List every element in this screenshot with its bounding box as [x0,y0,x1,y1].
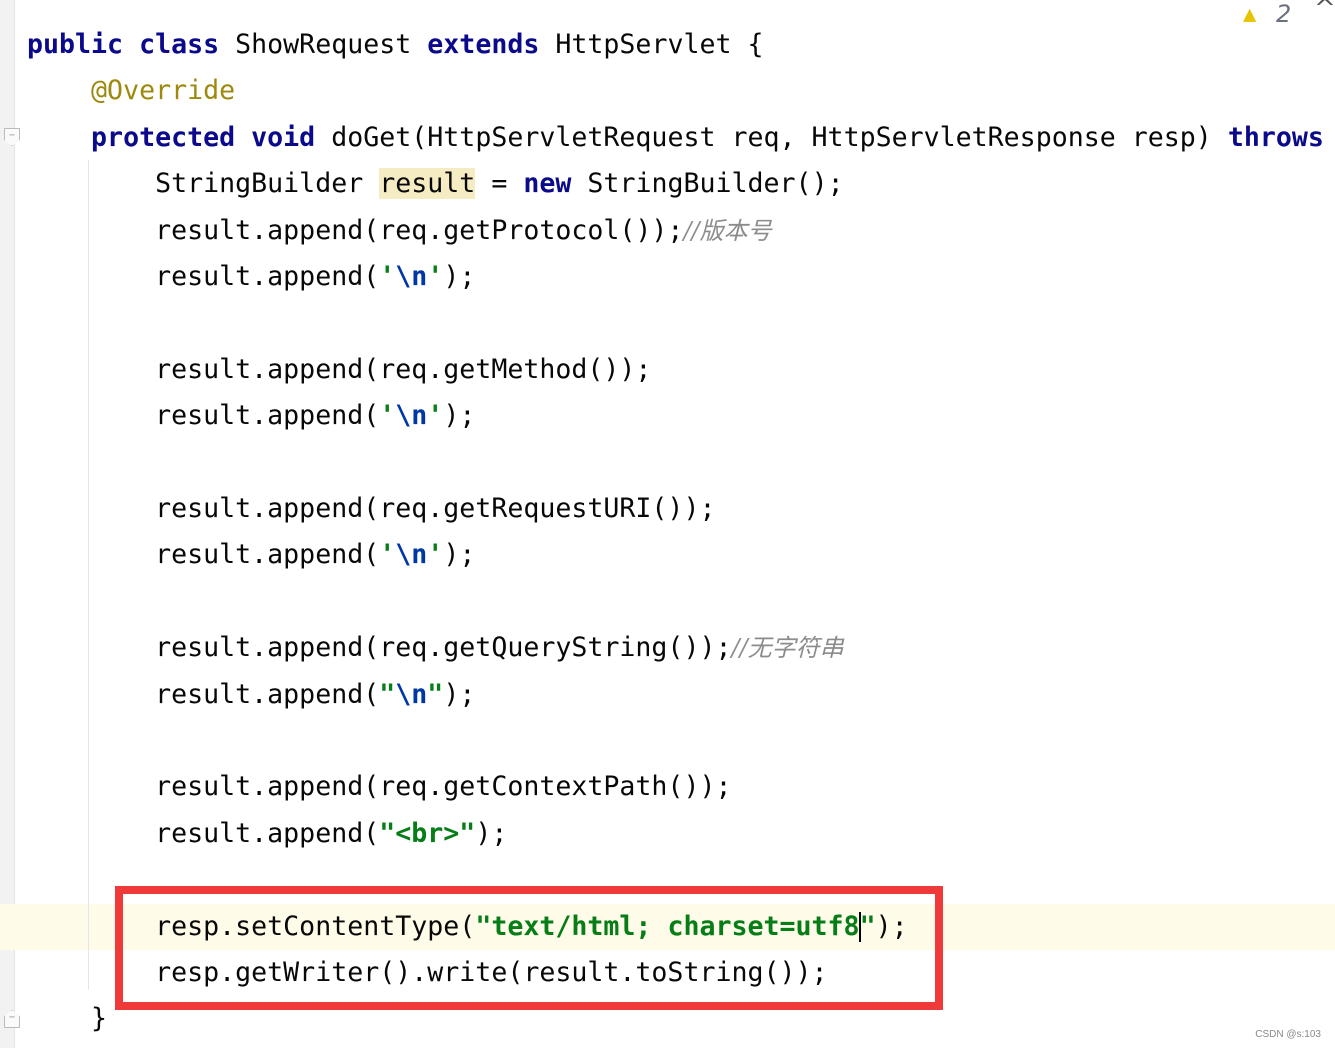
code-line[interactable]: result.append("<br>"); [27,811,507,857]
code-token: result.append(req.getMethod()); [27,353,652,385]
code-token: @Override [91,75,236,107]
code-token: " [427,678,444,710]
code-token: result.append(req.getRequestURI()); [27,493,716,524]
code-token: ' [379,400,396,432]
code-line[interactable]: result.append(req.getProtocol());//版本号 [27,208,772,254]
code-token: public class [27,29,236,60]
code-token: ShowRequest [235,29,428,60]
code-token: "<br>" [379,817,476,849]
code-token: = [475,168,524,200]
code-line[interactable]: result.append(req.getRequestURI()); [27,486,715,532]
code-token: " [379,678,396,710]
code-line[interactable]: StringBuilder result = new StringBuilder… [27,161,844,207]
code-token: HttpServlet { [555,29,764,60]
warning-count[interactable]: 2 [1276,0,1291,28]
code-token: ' [427,539,444,571]
code-token: ); [443,678,476,710]
watermark: CSDN @s:103 [1255,1029,1321,1040]
code-token: new [523,168,588,200]
code-token: doGet(HttpServletRequest req, HttpServle… [331,121,1228,153]
warning-triangle-icon[interactable]: ▲ [1243,2,1256,27]
code-token: result.append( [27,400,380,432]
code-token: StringBuilder [27,168,380,200]
code-line[interactable]: protected void doGet(HttpServletRequest … [27,115,1335,161]
code-token: result.append(req.getContextPath()); [27,771,732,803]
code-token: result [379,168,476,200]
code-token: StringBuilder(); [587,168,844,200]
code-line[interactable]: result.append(req.getContextPath()); [27,764,731,810]
code-token: ); [443,400,476,432]
code-token: throws [1227,121,1335,153]
chevron-up-icon[interactable]: ^ [1314,0,1335,24]
code-token: \n [395,400,428,432]
code-comment: //无字符串 [731,634,844,663]
code-token: } [27,1003,108,1035]
code-token: result.append(req.getProtocol()); [27,214,684,246]
code-comment: //版本号 [683,216,772,245]
code-line[interactable]: public class ShowRequest extends HttpSer… [27,22,764,68]
highlight-annotation-box [115,886,943,1010]
code-token: ' [427,261,444,292]
code-token: result.append( [27,539,380,571]
code-token: result.append( [27,817,380,849]
code-line[interactable]: @Override [27,68,235,114]
code-token: \n [395,539,428,571]
code-token: result.append(req.getQueryString()); [27,632,732,664]
code-line[interactable]: result.append('\n'); [27,393,475,439]
code-token: ' [427,400,444,432]
code-token: \n [395,261,428,292]
code-line[interactable]: result.append('\n'); [27,532,475,578]
code-token: ); [475,817,508,849]
code-token: result.append( [27,678,380,710]
code-token: extends [427,29,556,60]
code-line[interactable]: result.append('\n'); [27,254,475,300]
code-token: ' [379,539,396,571]
code-line[interactable]: result.append(req.getQueryString());//无字… [27,625,844,671]
code-token: ); [443,539,476,571]
code-token: ); [443,261,476,292]
code-line[interactable]: } [27,996,107,1042]
code-token: result.append( [27,261,380,292]
editor-gutter [0,0,15,1048]
code-line[interactable]: result.append(req.getMethod()); [27,347,651,393]
code-token: ' [379,261,396,292]
code-line[interactable]: result.append("\n"); [27,672,475,718]
code-token: \n [395,678,428,710]
code-token: protected void [91,121,332,153]
